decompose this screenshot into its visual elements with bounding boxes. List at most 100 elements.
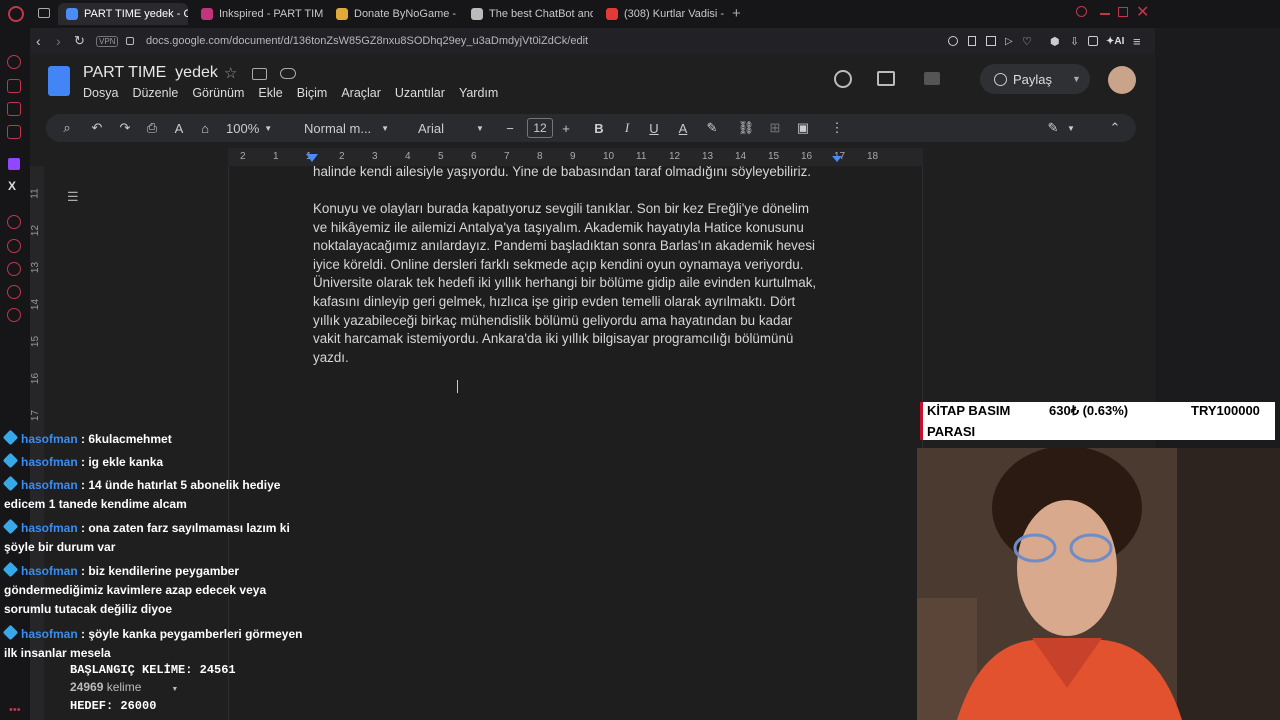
document-page[interactable]: halinde kendi ailesiyle yaşıyordu. Yine … [228, 164, 923, 720]
sidebar-icon[interactable] [7, 125, 21, 139]
user-badge-icon [2, 429, 19, 446]
chevron-down-icon[interactable]: ▼ [171, 686, 178, 693]
ruler-tick-label: 10 [603, 151, 615, 162]
play-icon[interactable]: ▷ [1005, 36, 1013, 47]
browser-tab[interactable]: The best ChatBot and Wi [463, 3, 593, 25]
ruler-tick-label: 12 [30, 224, 42, 237]
chat-username[interactable]: hasofman [21, 478, 78, 492]
meet-icon[interactable] [924, 72, 940, 85]
wallet-icon[interactable] [1088, 36, 1098, 46]
chevron-down-icon[interactable]: ▼ [1072, 74, 1081, 84]
redo-icon[interactable]: ↷ [116, 114, 134, 142]
sidebar-icon[interactable] [7, 215, 21, 229]
reload-icon[interactable]: ↻ [74, 33, 85, 49]
menu-duzenle[interactable]: Düzenle [132, 86, 178, 100]
menu-dosya[interactable]: Dosya [83, 86, 118, 100]
format-toolbar: ⌕ ↶ ↷ ⎙ A ⌂ 100% ▼ Normal m... ▼ Arial ▼ − … [46, 114, 1136, 142]
comments-icon[interactable] [877, 71, 895, 86]
more-options-icon[interactable]: ⋮ [828, 114, 846, 142]
docs-logo-icon[interactable] [48, 66, 70, 96]
sidebar-icon[interactable] [7, 55, 21, 69]
extensions-icon[interactable] [7, 285, 21, 299]
menu-icon[interactable]: ≡ [1133, 34, 1141, 49]
more-icon[interactable]: ••• [9, 704, 21, 716]
link-icon[interactable]: ⛓ [737, 114, 755, 142]
avatar[interactable] [1108, 66, 1136, 94]
new-tab-button[interactable]: + [732, 5, 741, 22]
comment-icon[interactable]: ⊞ [766, 114, 784, 142]
browser-tab[interactable]: Donate ByNoGame - Gele [328, 3, 458, 25]
cloud-status-icon[interactable] [280, 68, 296, 79]
back-icon[interactable]: ‹ [36, 33, 41, 49]
zoom-select[interactable]: 100% ▼ [226, 114, 286, 142]
style-value: Normal m... [304, 120, 372, 136]
text-color-icon[interactable]: A [674, 114, 692, 142]
collapse-menus-icon[interactable]: ⌃ [1106, 114, 1124, 142]
outline-icon[interactable]: ☰ [67, 189, 79, 205]
extensions-icon[interactable]: ⬢ [1050, 35, 1060, 48]
zoom-icon[interactable] [948, 36, 958, 46]
pin-icon[interactable] [968, 36, 976, 46]
chat-username[interactable]: hasofman [21, 455, 78, 469]
x-icon[interactable]: X [8, 179, 16, 193]
chat-username[interactable]: hasofman [21, 432, 78, 446]
decrease-size-button[interactable]: − [502, 114, 518, 142]
browser-tab[interactable]: Inkspired - PART TIME [193, 3, 323, 25]
snapshot-icon[interactable] [986, 36, 996, 46]
twitch-icon[interactable] [8, 158, 20, 170]
print-icon[interactable]: ⎙ [143, 114, 161, 142]
right-indent-marker[interactable] [832, 156, 842, 162]
document-title[interactable]: PART TIME yedek [83, 64, 218, 82]
style-select[interactable]: Normal m... ▼ [304, 114, 396, 142]
undo-icon[interactable]: ↶ [88, 114, 106, 142]
spellcheck-icon[interactable]: A [170, 114, 188, 142]
history-icon[interactable] [7, 262, 21, 276]
menu-gorunum[interactable]: Görünüm [192, 86, 244, 100]
close-window-button[interactable]: ✕ [1136, 2, 1149, 22]
menu-araclar[interactable]: Araçlar [341, 86, 381, 100]
edit-mode-icon[interactable]: ✎ [1044, 114, 1062, 142]
forward-icon[interactable]: › [56, 33, 61, 49]
browser-tab[interactable]: (308) Kurtlar Vadisi - 64.B [598, 3, 726, 25]
menu-bicim[interactable]: Biçim [297, 86, 328, 100]
opera-logo-icon[interactable] [8, 6, 24, 22]
indent-marker[interactable] [306, 154, 318, 162]
underline-icon[interactable]: U [645, 114, 663, 142]
search-menu-icon[interactable]: ⌕ [58, 114, 76, 142]
version-history-icon[interactable] [834, 70, 852, 88]
minimize-button[interactable] [1100, 13, 1110, 15]
ruler-tick-label: 15 [30, 335, 42, 348]
star-icon[interactable]: ☆ [224, 64, 237, 82]
image-icon[interactable]: ▣ [794, 114, 812, 142]
heart-icon[interactable]: ♡ [1022, 35, 1032, 48]
maximize-button[interactable] [1118, 7, 1128, 17]
menu-ekle[interactable]: Ekle [258, 86, 282, 100]
menu-yardim[interactable]: Yardım [459, 86, 498, 100]
paint-format-icon[interactable]: ⌂ [196, 114, 214, 142]
font-size-input[interactable]: 12 [526, 114, 554, 142]
start-words: BAŞLANGIÇ KELİME: 24561 [70, 663, 236, 677]
download-icon[interactable]: ⇩ [1070, 35, 1079, 48]
settings-icon[interactable] [7, 308, 21, 322]
browser-tab[interactable]: PART TIME yedek - Google [58, 3, 188, 25]
chevron-down-icon[interactable]: ▼ [1066, 114, 1076, 142]
bold-icon[interactable]: B [590, 114, 608, 142]
url-text[interactable]: docs.google.com/document/d/136tonZsW85GZ… [146, 35, 588, 47]
menu-uzantilar[interactable]: Uzantılar [395, 86, 445, 100]
search-tabs-icon[interactable] [1076, 6, 1087, 17]
move-folder-icon[interactable] [252, 68, 267, 80]
sidebar-icon[interactable] [7, 79, 21, 93]
tab-overview-icon[interactable] [38, 8, 50, 18]
chat-username[interactable]: hasofman [21, 564, 78, 578]
font-select[interactable]: Arial ▼ [418, 114, 488, 142]
italic-icon[interactable]: I [618, 114, 636, 142]
chat-username[interactable]: hasofman [21, 521, 78, 535]
ai-button[interactable]: ✦AI [1106, 36, 1124, 47]
increase-size-button[interactable]: + [558, 114, 574, 142]
share-button[interactable]: Paylaş ▼ [980, 64, 1090, 94]
sidebar-icon[interactable] [7, 102, 21, 116]
chat-username[interactable]: hasofman [21, 627, 78, 641]
vpn-badge[interactable]: VPN [96, 35, 119, 47]
highlight-icon[interactable]: ✎ [703, 114, 721, 142]
sidebar-icon[interactable] [7, 239, 21, 253]
